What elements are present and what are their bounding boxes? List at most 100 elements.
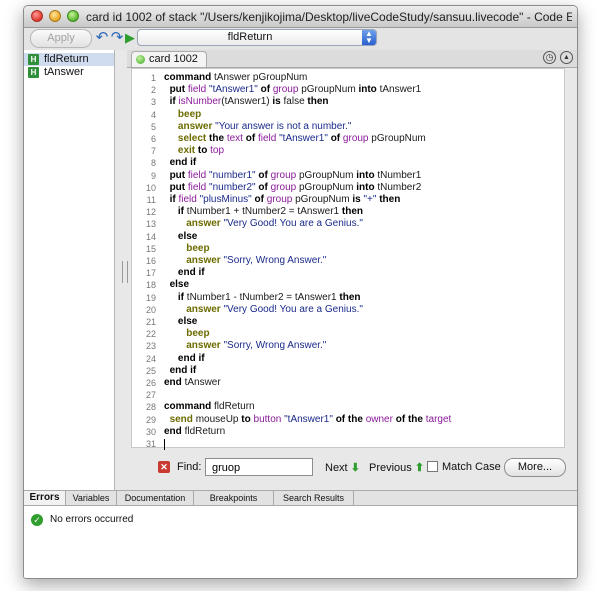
line-number: 22 <box>145 329 156 340</box>
find-label: Find: <box>177 461 202 473</box>
line-number: 27 <box>145 390 156 401</box>
code-line: end tAnswer <box>164 377 221 388</box>
line-number: 20 <box>145 304 156 315</box>
code-line: command tAnswer pGroupNum <box>164 72 308 83</box>
tab-label: card 1002 <box>149 53 198 65</box>
collapse-panel-icon[interactable]: ▲ <box>560 51 573 64</box>
line-number: 21 <box>145 317 156 327</box>
line-number: 16 <box>145 256 156 266</box>
line-number: 26 <box>145 378 156 388</box>
line-number: 29 <box>145 414 156 425</box>
line-number: 24 <box>145 353 156 364</box>
code-line: exit to top <box>177 145 225 157</box>
tab-breakpoints[interactable]: Breakpoints <box>194 491 274 505</box>
code-line: put field "number1" of group pGroupNum i… <box>169 169 422 181</box>
window-title: card id 1002 of stack "/Users/kenjikojim… <box>86 10 572 24</box>
match-case-checkbox[interactable] <box>427 461 438 472</box>
line-number: 19 <box>145 292 156 303</box>
code-line: if field "plusMinus" of group pGroupNum … <box>169 194 401 205</box>
editor-tab-bar: card 1002 ◷ ▲ <box>127 50 577 68</box>
line-number: 9 <box>150 170 156 181</box>
handler-item-label: fldReturn <box>44 53 89 65</box>
text-caret <box>164 439 165 450</box>
handler-item-tanswer[interactable]: H tAnswer <box>24 66 114 79</box>
code-line: end if <box>177 352 205 364</box>
code-line: if tNumber1 - tNumber2 = tAnswer1 then <box>177 291 361 303</box>
tab-documentation[interactable]: Documentation <box>117 491 194 505</box>
find-previous-button[interactable]: Previous ⬆ <box>369 461 424 474</box>
close-find-icon[interactable]: ✕ <box>158 461 170 473</box>
handler-badge-icon: H <box>28 67 39 78</box>
line-number: 28 <box>145 402 156 413</box>
code-line: beep <box>186 242 210 254</box>
code-line: end fldReturn <box>164 425 226 437</box>
line-number: 1 <box>150 73 156 83</box>
line-number: 11 <box>146 195 156 205</box>
status-message: No errors occurred <box>50 514 134 525</box>
code-line: end if <box>169 364 197 376</box>
code-line: command fldReturn <box>164 401 255 413</box>
line-number: 4 <box>150 109 156 120</box>
card-status-icon <box>136 55 145 64</box>
run-icon[interactable]: ▶ <box>122 29 138 47</box>
line-number: 5 <box>150 121 156 132</box>
code-line: else <box>177 316 198 327</box>
script-editor[interactable]: 1 2 3 4 5 6 7 8 9 10 11 12 13 14 15 16 17 18 19 20 21 22 23 24 2… <box>131 68 565 450</box>
code-line: end if <box>177 267 205 279</box>
handler-item-fldreturn[interactable]: H fldReturn <box>24 53 114 66</box>
code-line: else <box>177 230 198 242</box>
line-number: 18 <box>145 280 156 291</box>
line-number: 10 <box>145 182 156 193</box>
find-bar: ✕ Find: Next ⬇ Previous ⬆ Match Case Mor… <box>131 458 577 480</box>
errors-panel: ✓ No errors occurred <box>24 506 577 578</box>
line-number: 7 <box>150 146 156 157</box>
history-clock-icon[interactable]: ◷ <box>543 51 556 64</box>
code-line: answer "Sorry, Wrong Answer." <box>186 340 327 352</box>
line-number: 8 <box>150 158 156 169</box>
apply-button[interactable]: Apply <box>30 29 92 48</box>
checkmark-icon: ✓ <box>31 514 43 526</box>
code-line: answer "Sorry, Wrong Answer." <box>186 255 327 266</box>
code-line: send mouseUp to button "tAnswer1" of the… <box>169 413 452 425</box>
handler-item-label: tAnswer <box>44 66 84 78</box>
code-line: put field "tAnswer1" of group pGroupNum … <box>169 84 422 96</box>
line-number: 17 <box>145 268 156 279</box>
handler-select[interactable]: fldReturn ▲ ▼ <box>137 29 377 46</box>
minimize-window-button[interactable] <box>49 10 61 22</box>
handler-badge-icon: H <box>28 54 39 65</box>
close-window-button[interactable] <box>31 10 43 22</box>
handler-list: H fldReturn H tAnswer <box>24 50 115 490</box>
zoom-window-button[interactable] <box>67 10 79 22</box>
undo-icon[interactable]: ↶ <box>94 29 110 47</box>
code-line: put field "number2" of group pGroupNum i… <box>169 181 422 193</box>
line-number: 25 <box>145 365 156 376</box>
line-number: 31 <box>145 439 156 449</box>
tab-errors[interactable]: Errors <box>24 491 66 505</box>
code-line: if isNumber(tAnswer1) is false then <box>169 96 329 108</box>
arrow-up-icon: ⬆ <box>414 462 425 474</box>
bottom-tab-bar: Errors Variables Documentation Breakpoin… <box>24 490 577 506</box>
handler-select-value: fldReturn <box>227 31 273 43</box>
code-line: answer "Very Good! You are a Genius." <box>186 218 363 230</box>
line-number: 12 <box>145 207 156 218</box>
code-line: if tNumber1 + tNumber2 = tAnswer1 then <box>177 206 363 218</box>
title-bar[interactable]: card id 1002 of stack "/Users/kenjikojim… <box>24 6 577 28</box>
code-line: answer "Your answer is not a number." <box>177 120 352 132</box>
find-next-label: Next <box>325 462 348 474</box>
code-line: select the text of field "tAnswer1" of g… <box>177 133 426 144</box>
tab-variables[interactable]: Variables <box>66 491 117 505</box>
line-number: 3 <box>150 97 156 108</box>
find-next-button[interactable]: Next ⬇ <box>325 461 360 474</box>
code-line: end if <box>169 157 197 169</box>
code-line: else <box>169 279 190 291</box>
tab-search-results[interactable]: Search Results <box>274 491 354 505</box>
line-number: 2 <box>150 85 156 96</box>
tab-card-1002[interactable]: card 1002 <box>131 51 207 67</box>
arrow-down-icon: ⬇ <box>350 462 360 474</box>
line-number: 15 <box>145 243 156 254</box>
more-button[interactable]: More... <box>504 458 566 477</box>
find-input[interactable] <box>205 458 313 476</box>
chevron-updown-icon: ▲ ▼ <box>362 30 376 45</box>
splitter-handle[interactable] <box>122 261 128 283</box>
line-number-gutter: 1 2 3 4 5 6 7 8 9 10 11 12 13 14 15 16 17 18 19 20 21 22 23 24 2… <box>132 69 158 449</box>
